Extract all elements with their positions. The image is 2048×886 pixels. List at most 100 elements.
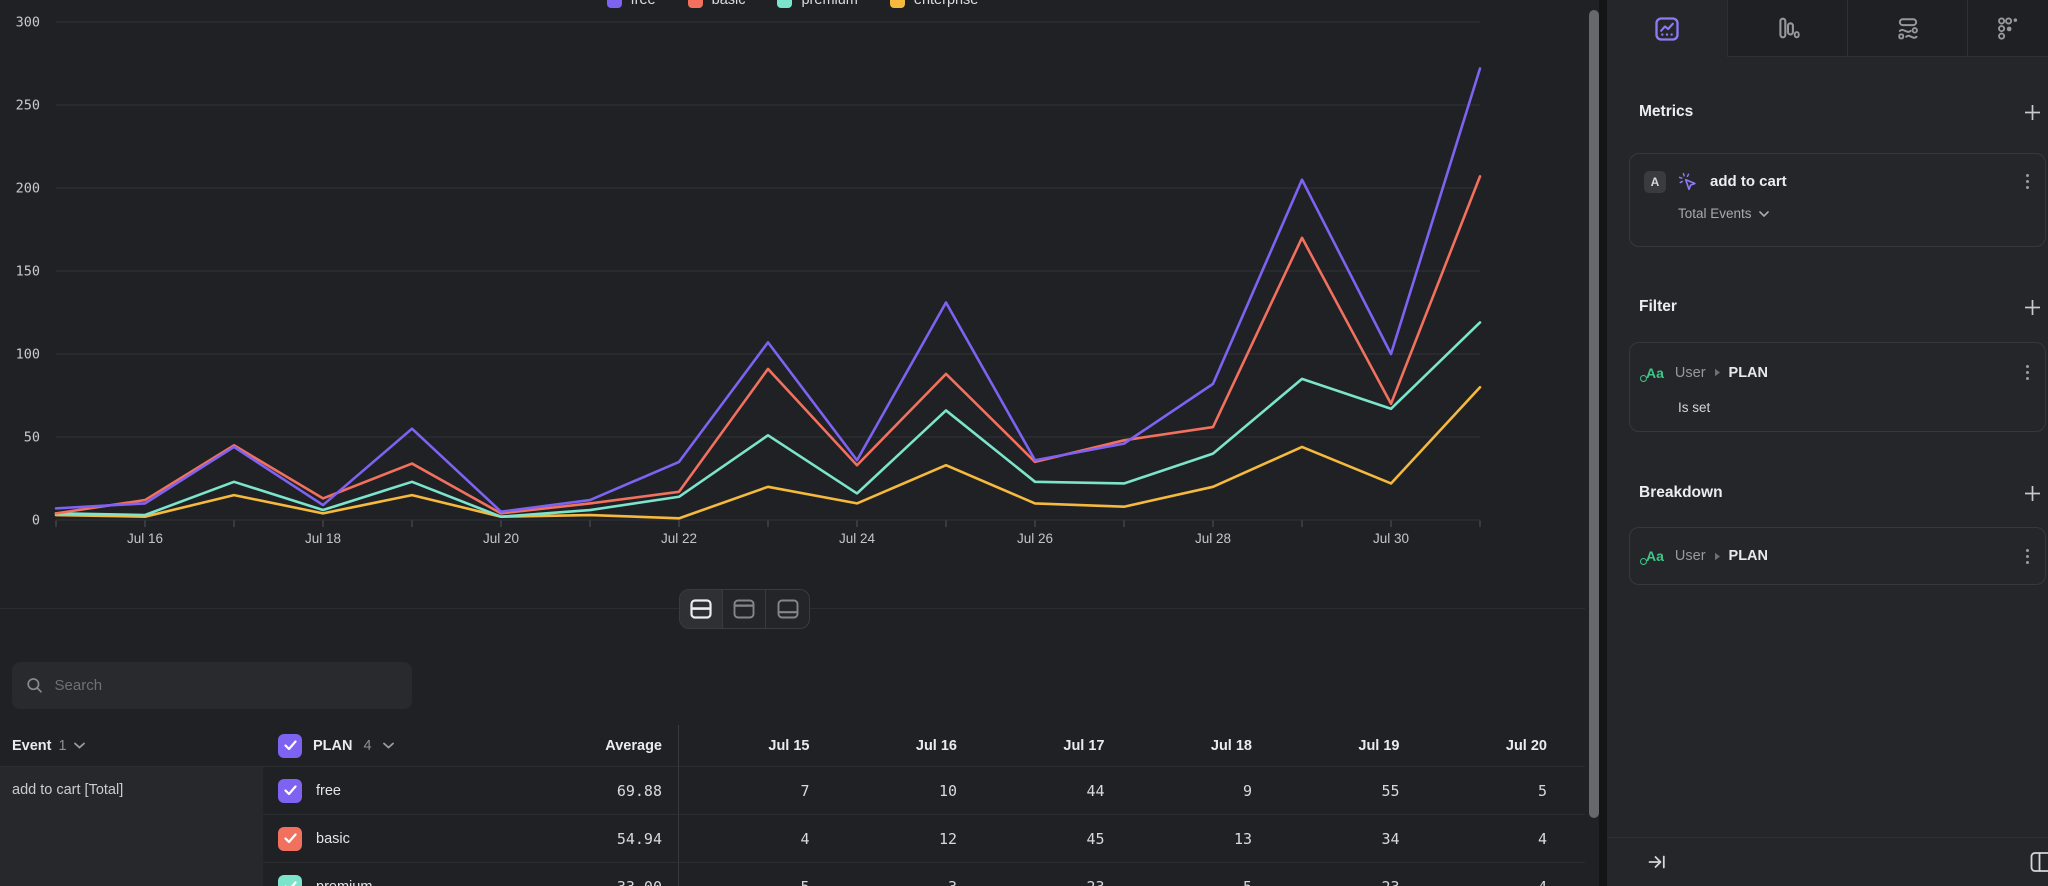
breakdown-header-row: Breakdown xyxy=(1639,481,2042,505)
filter-options-menu-button[interactable] xyxy=(2022,361,2033,384)
layout-split-view-button[interactable] xyxy=(680,590,723,628)
segment-name-cell: free xyxy=(263,779,473,803)
data-value-cell: 4 xyxy=(1416,878,1564,886)
x-axis-tick-label: Jul 16 xyxy=(127,531,163,546)
tab-bar-chart[interactable] xyxy=(1727,0,1847,57)
filter-card[interactable]: Aa User PLAN Is set xyxy=(1629,342,2046,432)
line-chart[interactable]: 050100150200250300Jul 16Jul 18Jul 20Jul … xyxy=(0,0,1585,560)
data-value-cell: 44 xyxy=(973,782,1121,800)
data-value-cell: 34 xyxy=(1268,830,1416,848)
average-value: 54.94 xyxy=(473,830,678,848)
sidebar-bottom-bar xyxy=(1607,837,2048,886)
filter-card-main-row: Aa User PLAN xyxy=(1630,343,2045,384)
breadcrumb-arrow-icon xyxy=(1714,368,1721,377)
breakdown-card[interactable]: Aa User PLAN xyxy=(1629,527,2046,585)
data-value-cell: 5 xyxy=(1416,782,1564,800)
event-row-label[interactable]: add to cart [Total] xyxy=(12,782,251,798)
date-column-header[interactable]: Jul 17 xyxy=(973,738,1121,754)
data-value-cell: 10 xyxy=(826,782,974,800)
table-row-premium[interactable]: premium33.0053235234 xyxy=(263,863,1585,886)
data-value-cell: 5 xyxy=(678,878,826,886)
analytics-app: freebasicpremiumenterprise 0501001502002… xyxy=(0,0,2048,886)
breakdown-property: PLAN xyxy=(1729,548,1768,564)
y-axis-tick-label: 150 xyxy=(16,264,40,280)
search-input[interactable] xyxy=(55,677,398,694)
date-column-header[interactable]: Jul 15 xyxy=(678,738,826,754)
x-axis-tick-label: Jul 22 xyxy=(661,531,697,546)
tab-more-visualizations[interactable] xyxy=(1967,0,2048,57)
date-column-header[interactable]: Jul 18 xyxy=(1121,738,1269,754)
table-row-free[interactable]: free69.88710449555 xyxy=(263,767,1585,815)
split-view-icon xyxy=(690,599,712,619)
metric-series-badge: A xyxy=(1644,171,1666,193)
flow-icon xyxy=(1894,14,1922,42)
x-axis-tick-label: Jul 26 xyxy=(1017,531,1053,546)
average-column-header[interactable]: Average xyxy=(473,738,678,754)
data-value-cell: 7 xyxy=(678,782,826,800)
data-value-cell: 5 xyxy=(1121,878,1269,886)
plan-column-header[interactable]: PLAN 4 xyxy=(263,734,473,758)
filter-scope: User xyxy=(1675,365,1706,381)
metric-card[interactable]: A add to cart Total Events xyxy=(1629,153,2046,247)
chart-top-icon xyxy=(733,599,755,619)
layout-table-only-button[interactable] xyxy=(766,590,809,628)
date-column-header[interactable]: Jul 20 xyxy=(1416,738,1564,754)
layout-chart-only-button[interactable] xyxy=(723,590,766,628)
segment-checkbox-premium[interactable] xyxy=(278,875,302,886)
data-value-cell: 23 xyxy=(973,878,1121,886)
report-main-area: freebasicpremiumenterprise 0501001502002… xyxy=(0,0,1607,886)
add-metric-button[interactable] xyxy=(2023,103,2042,122)
filter-condition[interactable]: Is set xyxy=(1630,400,2045,415)
layout-toggle-group xyxy=(679,589,810,629)
table-search-bar[interactable] xyxy=(12,662,412,709)
plan-column-count: 4 xyxy=(363,738,371,754)
text-property-icon: Aa xyxy=(1644,365,1664,381)
metric-measure-dropdown[interactable]: Total Events xyxy=(1630,206,2045,221)
y-axis-tick-label: 100 xyxy=(16,347,40,363)
breakdown-options-menu-button[interactable] xyxy=(2022,545,2033,568)
breadcrumb-arrow-icon xyxy=(1714,552,1721,561)
y-axis-tick-label: 300 xyxy=(16,15,40,31)
x-axis-tick-label: Jul 24 xyxy=(839,531,876,546)
tab-flow[interactable] xyxy=(1847,0,1967,57)
collapse-sidebar-button[interactable] xyxy=(1647,852,1667,872)
table-body: free69.88710449555basic54.944124513344pr… xyxy=(263,767,1585,886)
metric-options-menu-button[interactable] xyxy=(2022,170,2033,193)
side-panel-layout-icon[interactable] xyxy=(2030,850,2048,879)
x-axis-tick-label: Jul 30 xyxy=(1373,531,1409,546)
segment-checkbox-free[interactable] xyxy=(278,779,302,803)
data-value-cell: 4 xyxy=(1416,830,1564,848)
data-value-cell: 4 xyxy=(678,830,826,848)
insights-line-chart-icon xyxy=(1653,15,1681,43)
tab-line-chart[interactable] xyxy=(1607,0,1727,57)
table-row-basic[interactable]: basic54.944124513344 xyxy=(263,815,1585,863)
series-line-enterprise[interactable] xyxy=(56,387,1480,518)
data-value-cell: 45 xyxy=(973,830,1121,848)
breakdown-title: Breakdown xyxy=(1639,484,1723,502)
series-line-free[interactable] xyxy=(56,68,1480,511)
breakdown-property-chain: User PLAN xyxy=(1675,548,1768,564)
add-filter-button[interactable] xyxy=(2023,298,2042,317)
breakdown-scope: User xyxy=(1675,548,1706,564)
segment-label: free xyxy=(316,783,341,799)
y-axis-tick-label: 200 xyxy=(16,181,40,197)
date-column-header[interactable]: Jul 19 xyxy=(1268,738,1416,754)
text-property-icon: Aa xyxy=(1644,548,1664,564)
date-column-header[interactable]: Jul 16 xyxy=(826,738,974,754)
segment-checkbox-basic[interactable] xyxy=(278,827,302,851)
filter-header-row: Filter xyxy=(1639,295,2042,319)
x-axis-tick-label: Jul 20 xyxy=(483,531,519,546)
segment-label: basic xyxy=(316,831,350,847)
plan-select-all-checkbox[interactable] xyxy=(278,734,302,758)
data-value-cell: 13 xyxy=(1121,830,1269,848)
x-axis-tick-label: Jul 18 xyxy=(305,531,341,546)
chevron-down-icon xyxy=(1759,211,1769,217)
event-column-header[interactable]: Event 1 xyxy=(0,738,263,754)
add-breakdown-button[interactable] xyxy=(2023,484,2042,503)
vertical-scrollbar[interactable] xyxy=(1589,10,1599,818)
query-builder-sidebar: Metrics A add to cart Total Events xyxy=(1607,0,2048,886)
segment-name-cell: basic xyxy=(263,827,473,851)
table-bottom-icon xyxy=(777,599,799,619)
table-header-row: Event 1 PLAN 4 Average Jul 15Jul 16Jul 1… xyxy=(0,725,1585,766)
event-click-icon xyxy=(1677,171,1699,193)
